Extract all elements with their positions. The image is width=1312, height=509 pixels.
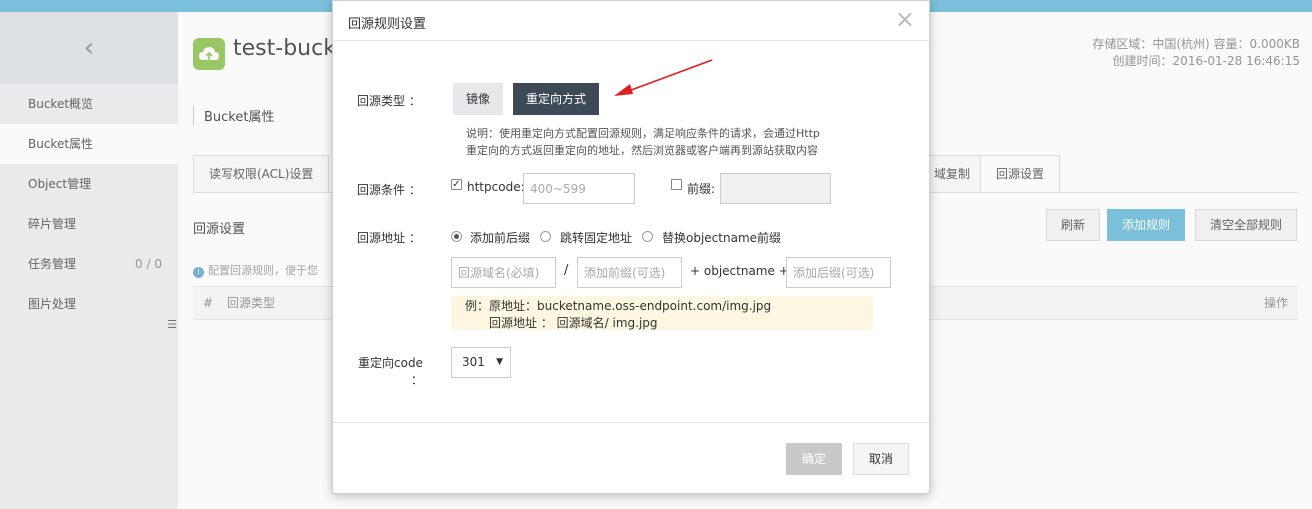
- example-line1: 例：原地址：bucketname.oss-endpoint.com/img.jp…: [465, 299, 772, 313]
- redirect-description-line2: 重定向的方式返回重定向的地址，然后浏览器或客户端再到源站获取内容: [466, 144, 818, 157]
- radio-add-prefix-suffix[interactable]: [451, 231, 462, 242]
- redirect-description-line1: 说明：使用重定向方式配置回源规则，满足响应条件的请求，会通过Http: [466, 127, 820, 140]
- example-line2: 回源地址 ： 回源域名/ img.jpg: [489, 316, 658, 330]
- condition-label: 回源条件 ：: [357, 183, 421, 197]
- prefix-input[interactable]: [720, 173, 831, 204]
- chevron-down-icon: ▼: [496, 357, 503, 367]
- add-suffix-input[interactable]: [786, 257, 891, 288]
- cancel-button[interactable]: 取消: [853, 443, 910, 475]
- redirect-code-select[interactable]: 301 ▼: [451, 347, 511, 378]
- radio-label-add-prefix-suffix[interactable]: 添加前后缀: [470, 229, 530, 246]
- mirror-type-button[interactable]: 镜像: [453, 83, 504, 115]
- type-label: 回源类型 ：: [357, 94, 421, 108]
- example-box: 例：原地址：bucketname.oss-endpoint.com/img.jp…: [451, 296, 873, 330]
- redirect-code-label-colon: ：: [411, 373, 424, 387]
- dialog-header: 回源规则设置 ×: [333, 1, 929, 41]
- radio-fixed-address[interactable]: [540, 231, 551, 242]
- origin-domain-input[interactable]: [451, 257, 556, 288]
- slash-separator: /: [564, 263, 569, 278]
- dialog-title: 回源规则设置: [348, 17, 427, 32]
- httpcode-checkbox[interactable]: ✓: [451, 179, 462, 190]
- close-icon[interactable]: ×: [895, 7, 915, 31]
- httpcode-label: httpcode:: [467, 180, 525, 194]
- prefix-checkbox[interactable]: [671, 179, 682, 190]
- radio-label-replace-prefix[interactable]: 替换objectname前缀: [662, 229, 781, 246]
- annotation-arrow-icon: [614, 59, 713, 96]
- dialog-footer-divider: [333, 422, 929, 423]
- address-label: 回源地址 ：: [357, 231, 421, 245]
- redirect-code-value: 301: [462, 355, 485, 369]
- add-prefix-input[interactable]: [577, 257, 682, 288]
- radio-replace-prefix[interactable]: [642, 231, 653, 242]
- redirect-code-label: 重定向code: [358, 356, 423, 370]
- prefix-label: 前缀:: [687, 182, 716, 196]
- redirect-type-button[interactable]: 重定向方式: [513, 83, 600, 115]
- radio-label-fixed-address[interactable]: 跳转固定地址: [560, 229, 632, 246]
- objectname-text: + objectname +: [690, 264, 789, 278]
- confirm-button[interactable]: 确定: [786, 443, 843, 475]
- httpcode-input[interactable]: [523, 173, 635, 204]
